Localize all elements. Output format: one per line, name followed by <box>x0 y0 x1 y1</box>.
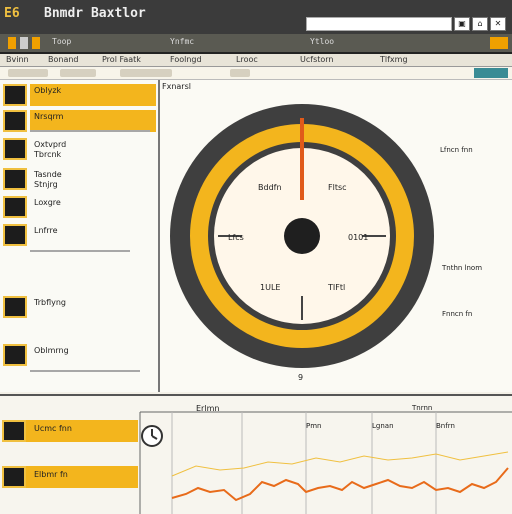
sidebar-item-label: Nrsqrm <box>34 112 64 121</box>
toolbar-label-1[interactable]: Toop <box>52 37 71 46</box>
sidebar-item-sub: Tbrcnk <box>34 150 62 159</box>
item-thumbnail <box>3 138 27 160</box>
sidebar-item-8[interactable]: Oblmrng <box>0 342 156 366</box>
app-badge: E6 <box>4 6 20 21</box>
gauge-label-bottom-right: TIFtl <box>327 283 345 292</box>
subbar-label[interactable]: Ucfstorn <box>300 55 334 64</box>
divider <box>30 130 150 132</box>
sidebar-item-label: Oxtvprd <box>34 140 67 149</box>
tool-icon-1[interactable] <box>8 37 16 49</box>
trend-chart <box>139 411 512 514</box>
right-note-1: Lfncn fnn <box>440 146 473 154</box>
search-input[interactable] <box>306 17 452 31</box>
sidebar-item-label: Oblmrng <box>34 346 69 355</box>
ribbon-tab[interactable] <box>8 69 48 77</box>
main-toolbar: Toop Ynfmc Ytloo <box>0 34 512 54</box>
item-thumbnail <box>3 110 27 132</box>
sidebar-item-label: Lnfrre <box>34 226 58 235</box>
ribbon-teal-button[interactable] <box>474 68 508 78</box>
sidebar-item-label: Tasnde <box>34 170 62 179</box>
close-icon[interactable]: ✕ <box>490 17 506 31</box>
subbar-label[interactable]: Bonand <box>48 55 79 64</box>
gauge-center <box>284 218 320 254</box>
sidebar-item-6[interactable]: Lnfrre <box>0 222 156 246</box>
subbar-label[interactable]: Prol Faatk <box>102 55 141 64</box>
sidebar-item-2[interactable]: Nrsqrm <box>0 108 156 132</box>
trend-line-secondary <box>171 451 509 477</box>
hat-icon[interactable]: ⌂ <box>472 17 488 31</box>
subbar-label[interactable]: Tlfxmg <box>380 55 408 64</box>
sidebar: Oblyzk Nrsqrm Oxtvprd Tbrcnk Tasnde Stnj… <box>0 80 160 392</box>
subbar-label[interactable]: Foolngd <box>170 55 202 64</box>
item-thumbnail <box>3 196 27 218</box>
trend-line <box>171 467 509 502</box>
item-thumbnail <box>3 168 27 190</box>
gauge-needle <box>300 118 304 200</box>
gauge-label-top-right: Fltsc <box>328 183 347 192</box>
gauge: Bddfn Fltsc Lfcs 0101 1ULE TIFtl 9 Lfncn… <box>170 104 482 382</box>
title-controls: ▣ ⌂ ✕ <box>306 2 506 32</box>
sidebar-item-3[interactable]: Oxtvprd Tbrcnk <box>0 136 156 160</box>
sidebar-item-label: Trbflyng <box>34 298 66 307</box>
bottom-panel: Ucmc fnn Elbmr fn Erlmn Pmn Lgnan Bnfrn … <box>0 394 512 514</box>
right-note-3: Fnncn fn <box>442 310 472 318</box>
subbar-label[interactable]: Bvinn <box>6 55 29 64</box>
item-thumbnail <box>3 296 27 318</box>
toolbar-label-2[interactable]: Ynfmc <box>170 37 194 46</box>
sidebar-item-sub: Stnjrg <box>34 180 58 189</box>
sidebar-item-label: Loxgre <box>34 198 61 207</box>
window-title: Bnmdr Baxtlor <box>44 6 146 21</box>
ribbon-tab[interactable] <box>230 69 250 77</box>
item-thumbnail <box>3 224 27 246</box>
item-thumbnail <box>3 344 27 366</box>
gauge-label-top-left: Bddfn <box>258 183 282 192</box>
divider <box>30 370 140 372</box>
main-panel: Fxnarsl Bddfn Fltsc Lfcs 0101 1ULE TIFtl… <box>160 80 512 392</box>
toolbar-accent-button[interactable] <box>490 37 508 49</box>
gauge-label-bottom-left: 1ULE <box>260 283 280 292</box>
image-icon[interactable]: ▣ <box>454 17 470 31</box>
subbar-label[interactable]: Lrooc <box>236 55 258 64</box>
gauge-label-left: Lfcs <box>228 233 244 242</box>
toolbar-label-3[interactable]: Ytloo <box>310 37 334 46</box>
sidebar-item-4[interactable]: Tasnde Stnjrg <box>0 166 156 190</box>
tool-icon-2[interactable] <box>20 37 28 49</box>
item-thumbnail <box>3 84 27 106</box>
gauge-label-bottom: 9 <box>298 373 303 382</box>
ribbon-tab[interactable] <box>120 69 172 77</box>
bottom-footer: Tnrnn <box>412 404 433 412</box>
sub-bar: Bvinn Bonand Prol Faatk Foolngd Lrooc Uc… <box>0 54 512 67</box>
ribbon-tab[interactable] <box>60 69 96 77</box>
ribbon <box>0 67 512 80</box>
divider <box>30 250 130 252</box>
tool-icon-3[interactable] <box>32 37 40 49</box>
sidebar-item-1[interactable]: Oblyzk <box>0 82 156 106</box>
sidebar-item-5[interactable]: Loxgre <box>0 194 156 218</box>
title-bar: E6 Bnmdr Baxtlor ▣ ⌂ ✕ <box>0 0 512 34</box>
sidebar-item-7[interactable]: Trbflyng <box>0 294 156 318</box>
sidebar-item-label: Oblyzk <box>34 86 62 95</box>
right-note-2: Tnthn lnom <box>441 264 482 272</box>
gauge-label-right: 0101 <box>348 233 368 242</box>
